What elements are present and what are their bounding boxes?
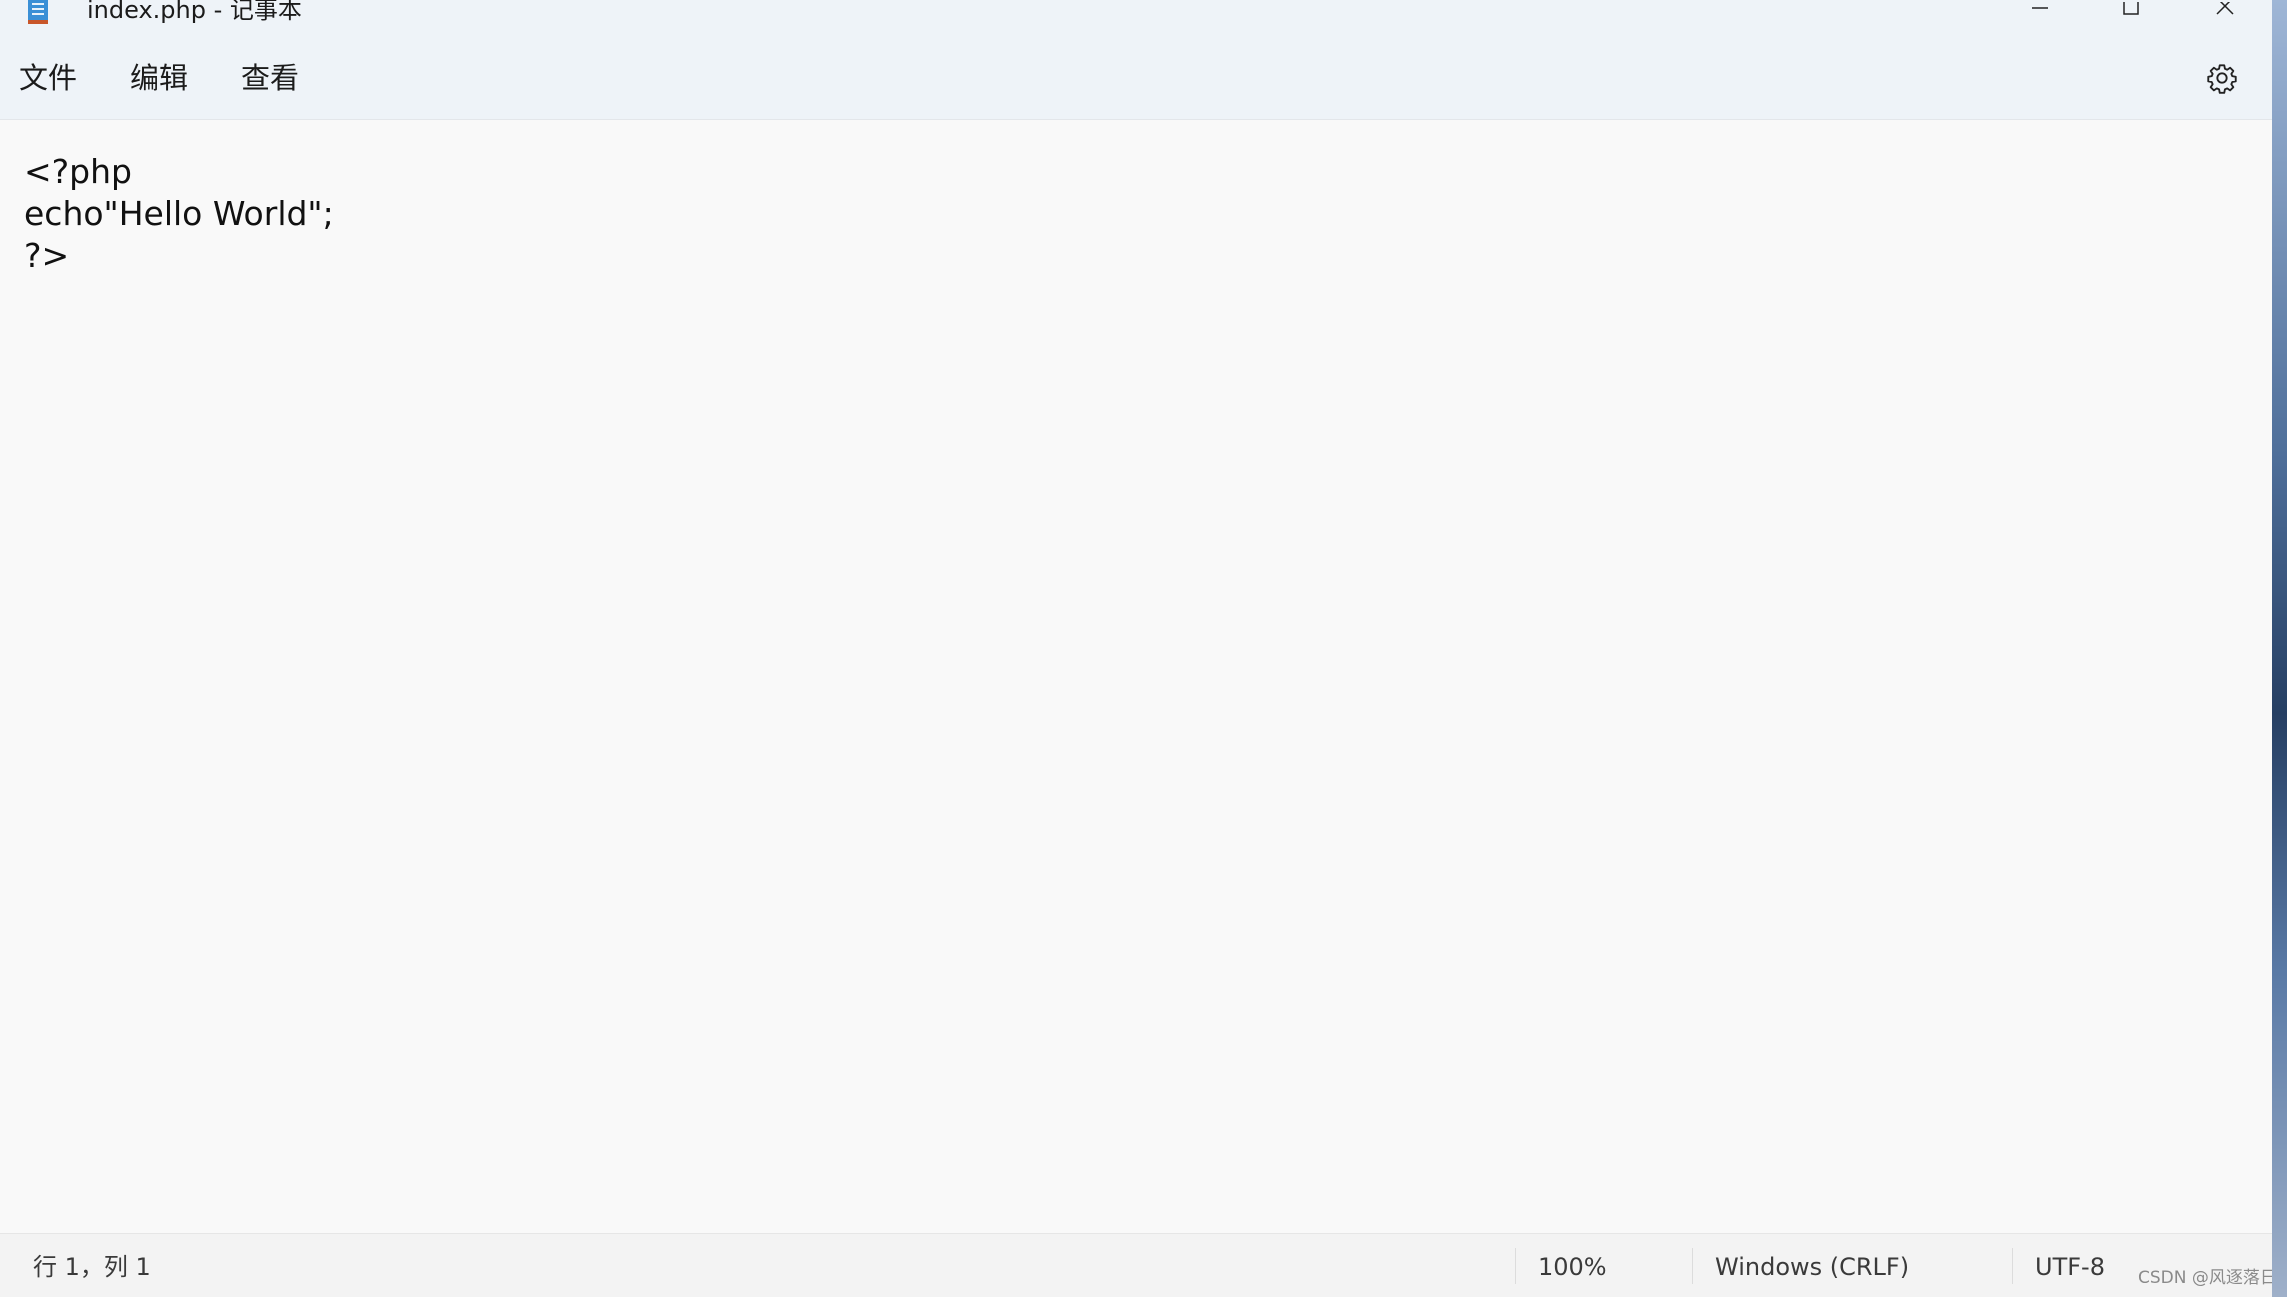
settings-button[interactable]: [2200, 58, 2244, 102]
watermark: CSDN @风逐落日: [2138, 1268, 2272, 1288]
status-divider: [2012, 1248, 2013, 1284]
status-divider: [1515, 1248, 1516, 1284]
editor-line: ?>: [24, 236, 70, 275]
encoding[interactable]: UTF-8: [2035, 1252, 2105, 1282]
editor-line: <?php: [24, 152, 132, 191]
menu-bar: 文件 编辑 查看: [0, 28, 2272, 120]
maximize-button[interactable]: [2096, 0, 2166, 28]
minimize-button[interactable]: [2005, 0, 2075, 28]
menu-view[interactable]: 查看: [241, 58, 299, 98]
gear-icon: [2206, 62, 2238, 98]
status-divider: [1692, 1248, 1693, 1284]
cursor-position: 行 1，列 1: [33, 1253, 151, 1281]
minimize-icon: [2030, 2, 2050, 26]
close-icon: [2215, 0, 2235, 26]
close-button[interactable]: [2190, 0, 2260, 28]
desktop-background: [2272, 0, 2287, 1297]
text-editor[interactable]: <?php echo"Hello World"; ?>: [0, 121, 2272, 1233]
line-ending[interactable]: Windows (CRLF): [1715, 1252, 1909, 1282]
status-bar: 行 1，列 1 100% Windows (CRLF) UTF-8: [0, 1233, 2272, 1297]
title-bar[interactable]: index.php - 记事本: [0, 0, 2272, 28]
notepad-window: index.php - 记事本 文件 编辑 查看 <?php echo"Hell…: [0, 0, 2272, 1297]
menu-edit[interactable]: 编辑: [130, 58, 188, 98]
maximize-icon: [2121, 0, 2141, 26]
window-title: index.php - 记事本: [87, 0, 302, 24]
notepad-icon: [26, 0, 50, 24]
zoom-level[interactable]: 100%: [1538, 1252, 1607, 1282]
editor-line: echo"Hello World";: [24, 194, 334, 233]
menu-file[interactable]: 文件: [19, 58, 77, 98]
